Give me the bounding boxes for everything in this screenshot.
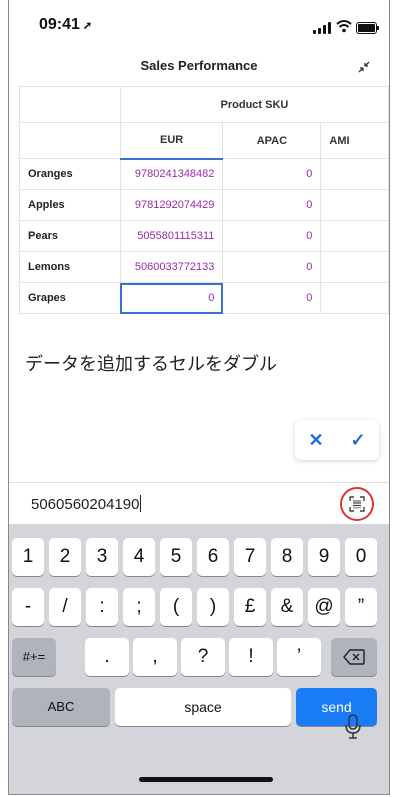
key[interactable]: - — [12, 588, 44, 626]
status-bar: 09:41 ➚ — [9, 0, 389, 52]
row-label: Lemons — [19, 251, 121, 283]
cell-eur-active[interactable]: 0 — [119, 282, 224, 314]
key[interactable]: 6 — [197, 538, 229, 576]
symbols-key[interactable]: #+= — [12, 638, 56, 676]
instruction-text: データを追加するセルをダブル — [25, 354, 277, 374]
cell-input-bar: 5060560204190 — [9, 482, 389, 525]
space-key[interactable]: space — [115, 688, 291, 726]
key[interactable]: ; — [123, 588, 155, 626]
table-row: Apples 9781292074429 0 — [19, 189, 389, 221]
cancel-button[interactable]: ✕ — [295, 420, 337, 460]
table-row: Oranges 9780241348482 0 — [19, 158, 389, 190]
key[interactable]: 8 — [271, 538, 303, 576]
location-arrow-icon: ➚ — [82, 20, 93, 32]
page-title: Sales Performance — [140, 58, 258, 73]
cell-ami[interactable] — [320, 158, 389, 190]
key[interactable]: ’ — [277, 638, 321, 676]
keyboard: 1 2 3 4 5 6 7 8 9 0 - / : ; ( ) £ & @ ” … — [9, 524, 389, 794]
key[interactable]: 5 — [160, 538, 192, 576]
cell-eur[interactable]: 9780241348482 — [119, 158, 224, 190]
column-header-apac[interactable]: APAC — [222, 122, 322, 159]
edit-confirm-bar: ✕ ✓ — [295, 420, 379, 460]
row-label: Grapes — [19, 282, 121, 314]
cell-apac[interactable]: 0 — [222, 220, 322, 252]
key[interactable]: / — [49, 588, 81, 626]
key[interactable]: 2 — [49, 538, 81, 576]
column-header-ami[interactable]: AMI — [320, 122, 389, 159]
cell-apac[interactable]: 0 — [222, 158, 322, 190]
key[interactable]: , — [133, 638, 177, 676]
phone-screen: 09:41 ➚ Sales Performance Product SKU EUR… — [8, 0, 390, 795]
key[interactable]: £ — [234, 588, 266, 626]
cell-apac[interactable]: 0 — [222, 251, 322, 283]
corner-cell — [19, 122, 121, 159]
accept-button[interactable]: ✓ — [337, 420, 379, 460]
key[interactable]: 3 — [86, 538, 118, 576]
key[interactable]: 0 — [345, 538, 377, 576]
key[interactable]: . — [85, 638, 129, 676]
abc-key[interactable]: ABC — [12, 688, 110, 726]
microphone-icon[interactable] — [345, 714, 361, 740]
cell-ami[interactable] — [320, 189, 389, 221]
cell-eur[interactable]: 9781292074429 — [119, 189, 224, 221]
key[interactable]: ” — [345, 588, 377, 626]
group-header: Product SKU — [119, 86, 389, 123]
column-header-eur[interactable]: EUR — [119, 122, 224, 160]
cell-eur[interactable]: 5060033772133 — [119, 251, 224, 283]
signal-icon — [313, 22, 331, 34]
row-label: Oranges — [19, 158, 121, 190]
key[interactable]: ( — [160, 588, 192, 626]
barcode-scan-icon[interactable] — [340, 487, 374, 521]
cell-eur[interactable]: 5055801115311 — [119, 220, 224, 252]
cell-value-input[interactable]: 5060560204190 — [31, 495, 142, 513]
key[interactable]: ) — [197, 588, 229, 626]
key[interactable]: 9 — [308, 538, 340, 576]
key[interactable]: @ — [308, 588, 340, 626]
key[interactable]: ? — [181, 638, 225, 676]
key[interactable]: : — [86, 588, 118, 626]
backspace-icon — [343, 649, 365, 665]
wifi-icon — [336, 20, 352, 33]
table-row: Pears 5055801115311 0 — [19, 220, 389, 252]
corner-cell — [19, 86, 121, 123]
cell-ami[interactable] — [320, 220, 389, 252]
cell-apac[interactable]: 0 — [222, 189, 322, 221]
key[interactable]: 4 — [123, 538, 155, 576]
status-time: 09:41 ➚ — [39, 16, 93, 33]
key[interactable]: 7 — [234, 538, 266, 576]
data-grid: Product SKU EUR APAC AMI Oranges 9780241… — [19, 86, 389, 314]
row-label: Pears — [19, 220, 121, 252]
battery-icon — [356, 22, 379, 34]
key[interactable]: 1 — [12, 538, 44, 576]
row-label: Apples — [19, 189, 121, 221]
home-indicator — [139, 777, 273, 782]
backspace-key[interactable] — [331, 638, 377, 676]
cell-ami[interactable] — [320, 251, 389, 283]
key[interactable]: ! — [229, 638, 273, 676]
key[interactable]: & — [271, 588, 303, 626]
collapse-icon[interactable] — [357, 60, 371, 77]
cell-ami[interactable] — [320, 282, 389, 314]
table-row: Lemons 5060033772133 0 — [19, 251, 389, 283]
cell-apac[interactable]: 0 — [222, 282, 322, 314]
send-key[interactable]: send — [296, 688, 377, 726]
table-row: Grapes 0 0 — [19, 282, 389, 314]
